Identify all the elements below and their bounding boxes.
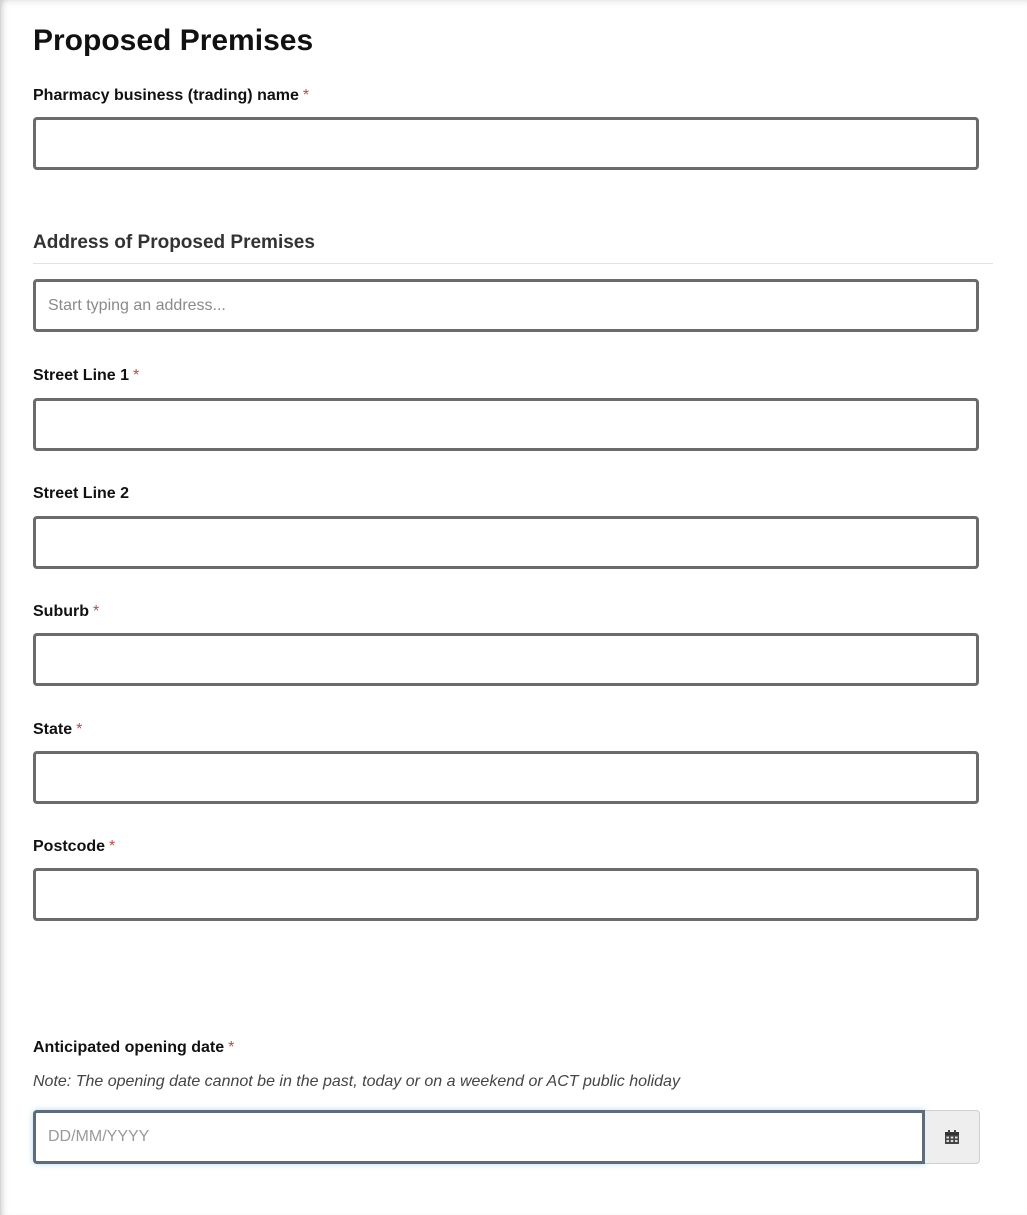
proposed-premises-form: Proposed Premises Pharmacy business (tra… [0, 0, 1027, 1215]
suburb-input[interactable] [33, 633, 979, 686]
address-search-input[interactable] [33, 279, 979, 332]
street-line-2-label: Street Line 2 [33, 484, 129, 504]
required-marker: * [93, 603, 100, 620]
required-marker: * [228, 1039, 235, 1056]
state-input[interactable] [33, 751, 979, 804]
opening-date-input[interactable] [33, 1110, 925, 1164]
trading-name-label-text: Pharmacy business (trading) name [33, 87, 299, 104]
calendar-icon [945, 1130, 959, 1144]
suburb-label: Suburb * [33, 602, 99, 622]
postcode-label-text: Postcode [33, 838, 106, 855]
required-marker: * [133, 367, 140, 384]
trading-name-label: Pharmacy business (trading) name * [33, 86, 309, 106]
postcode-input[interactable] [33, 868, 979, 921]
required-marker: * [76, 721, 83, 738]
page-title: Proposed Premises [33, 24, 314, 57]
street-line-2-label-text: Street Line 2 [33, 485, 130, 502]
opening-date-label: Anticipated opening date * [33, 1038, 234, 1058]
calendar-button[interactable] [925, 1110, 980, 1164]
postcode-label: Postcode * [33, 837, 115, 857]
street-line-1-label: Street Line 1 * [33, 366, 139, 386]
section-divider [33, 263, 993, 264]
required-marker: * [109, 838, 116, 855]
street-line-1-label-text: Street Line 1 [33, 367, 130, 384]
state-label-text: State [33, 721, 73, 738]
required-marker: * [302, 87, 310, 104]
street-line-2-input[interactable] [33, 516, 979, 569]
state-label: State * [33, 720, 82, 740]
opening-date-label-text: Anticipated opening date [33, 1039, 225, 1056]
suburb-label-text: Suburb [33, 603, 89, 620]
trading-name-input[interactable] [33, 117, 979, 170]
opening-date-note: Note: The opening date cannot be in the … [33, 1073, 680, 1090]
street-line-1-input[interactable] [33, 398, 979, 451]
address-section-heading: Address of Proposed Premises [33, 232, 315, 253]
